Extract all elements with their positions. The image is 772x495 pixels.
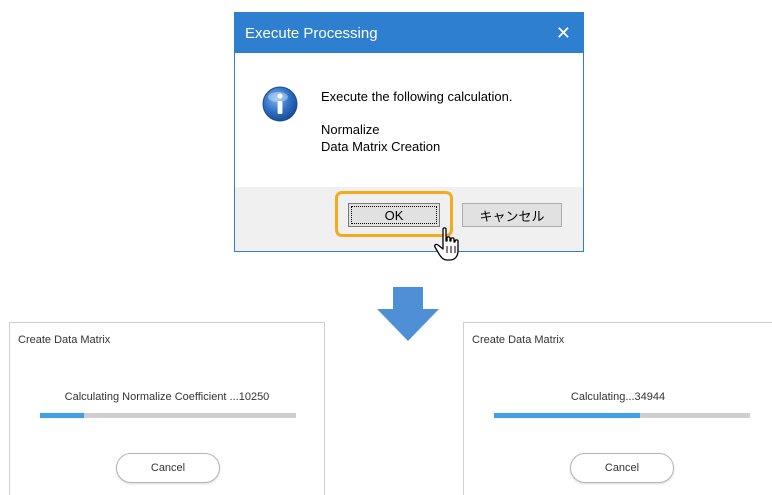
panel-title: Create Data Matrix <box>472 334 565 346</box>
ok-button[interactable]: OK <box>348 203 440 227</box>
execute-processing-dialog: Execute Processing ✕ Execute the followi… <box>234 12 584 252</box>
dialog-title: Execute Processing <box>245 24 378 42</box>
progress-bar <box>40 413 296 418</box>
dialog-message: Execute the following calculation. <box>321 89 513 104</box>
progress-status: Calculating Normalize Coefficient ...102… <box>64 391 270 403</box>
dialog-line-data-matrix: Data Matrix Creation <box>321 139 441 154</box>
cancel-button[interactable]: Cancel <box>116 453 220 483</box>
progress-fill <box>40 413 84 418</box>
dialog-footer: OK キャンセル <box>235 187 583 251</box>
progress-panel-right: Create Data Matrix Calculating...34944 C… <box>463 322 772 495</box>
dialog-body: Execute the following calculation. Norma… <box>235 53 583 187</box>
cancel-button[interactable]: Cancel <box>570 453 674 483</box>
info-icon <box>262 86 298 122</box>
progress-bar <box>494 413 750 418</box>
progress-status: Calculating...34944 <box>570 391 666 403</box>
close-icon[interactable]: ✕ <box>556 24 571 42</box>
dialog-titlebar: Execute Processing ✕ <box>235 13 583 53</box>
progress-fill <box>494 413 640 418</box>
cancel-button[interactable]: キャンセル <box>462 203 562 227</box>
down-arrow-icon <box>377 287 439 341</box>
hand-cursor-icon <box>434 227 459 261</box>
dialog-line-normalize: Normalize <box>321 122 380 137</box>
progress-panel-left: Create Data Matrix Calculating Normalize… <box>9 322 325 495</box>
panel-title: Create Data Matrix <box>18 334 111 346</box>
